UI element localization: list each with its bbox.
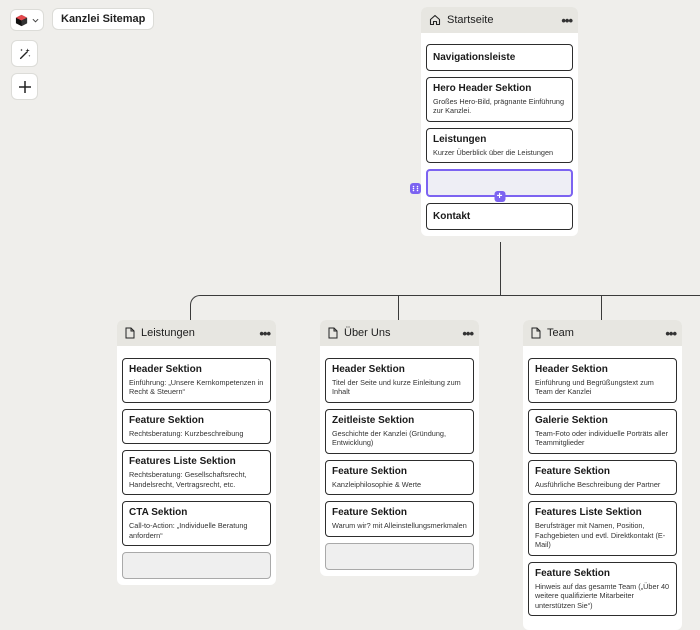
- section-title: Feature Sektion: [332, 465, 408, 477]
- connector-line: [500, 242, 501, 296]
- connector-corner: [190, 295, 201, 306]
- drop-zone-placeholder[interactable]: [325, 542, 474, 570]
- ai-generate-button[interactable]: [11, 40, 38, 67]
- section-card[interactable]: Features Liste Sektion Rechtsberatung: G…: [122, 450, 271, 496]
- more-options-icon[interactable]: •••: [561, 13, 573, 28]
- section-description: Ausführliche Beschreibung der Partner: [535, 479, 661, 489]
- drop-zone-placeholder[interactable]: +: [426, 169, 573, 203]
- page-leistungen[interactable]: Leistungen ••• Header Sektion Einführung…: [117, 320, 276, 586]
- connector-line: [190, 305, 191, 320]
- section-description: Titel der Seite und kurze Einleitung zum…: [332, 378, 461, 397]
- page-title: Leistungen: [141, 327, 195, 339]
- connector-line: [200, 295, 700, 296]
- page-title: Startseite: [447, 14, 494, 26]
- page-team[interactable]: Team ••• Header Sektion Einführung und B…: [523, 320, 682, 630]
- connector-line: [398, 295, 399, 320]
- plus-icon: [18, 80, 32, 94]
- section-title: Header Sektion: [332, 364, 405, 375]
- section-title: Navigationsleiste: [433, 52, 516, 63]
- page-title: Team: [547, 327, 574, 339]
- section-description: Geschichte der Kanzlei (Gründung, Entwic…: [332, 428, 446, 448]
- section-card[interactable]: Feature Sektion Ausführliche Beschreibun…: [528, 459, 677, 496]
- section-description: Berufsträger mit Namen, Position, Fachge…: [535, 521, 666, 550]
- section-title: Galerie Sektion: [535, 414, 608, 426]
- section-title: Feature Sektion: [535, 567, 611, 579]
- connector-line: [601, 295, 602, 320]
- section-card[interactable]: CTA Sektion Call-to-Action: „Individuell…: [122, 501, 271, 547]
- section-card[interactable]: Feature Sektion Warum wir? mit Alleinste…: [325, 501, 474, 537]
- box-logo-icon: [15, 14, 28, 27]
- add-page-button[interactable]: [11, 73, 38, 100]
- section-description: Kanzleiphilosophie & Werte: [332, 479, 422, 489]
- page-ueber-uns[interactable]: Über Uns ••• Header Sektion Titel der Se…: [320, 320, 479, 576]
- drag-handle-icon[interactable]: [410, 183, 421, 194]
- section-card[interactable]: Header Sektion Titel der Seite und kurze…: [325, 358, 474, 403]
- project-menu-button[interactable]: [10, 9, 44, 31]
- magic-wand-icon: [18, 47, 32, 61]
- section-card[interactable]: Galerie Sektion Team-Foto oder individue…: [528, 408, 677, 454]
- section-card[interactable]: Zeitleiste Sektion Geschichte der Kanzle…: [325, 408, 474, 454]
- section-title: Features Liste Sektion: [129, 456, 236, 468]
- section-description: Kurzer Überblick über die Leistungen: [433, 147, 554, 157]
- section-description: Rechtsberatung: Gesellschaftsrecht, Hand…: [129, 470, 247, 489]
- sitemap-title[interactable]: Kanzlei Sitemap: [52, 8, 155, 30]
- page-icon: [125, 327, 135, 339]
- page-title: Über Uns: [344, 327, 391, 339]
- section-card[interactable]: Header Sektion Einführung und Begrüßungs…: [528, 358, 677, 403]
- section-card[interactable]: Features Liste Sektion Berufsträger mit …: [528, 501, 677, 556]
- page-icon: [531, 327, 541, 339]
- page-icon: [328, 327, 338, 339]
- section-card[interactable]: Header Sektion Einführung: „Unsere Kernk…: [122, 358, 271, 403]
- section-card[interactable]: Feature Sektion Rechtsberatung: Kurzbesc…: [122, 408, 271, 445]
- more-options-icon[interactable]: •••: [462, 326, 474, 341]
- section-card[interactable]: Leistungen Kurzer Überblick über die Lei…: [426, 127, 573, 164]
- section-title: Zeitleiste Sektion: [332, 414, 415, 426]
- page-startseite[interactable]: Startseite ••• Navigationsleiste Hero He…: [421, 7, 578, 237]
- section-description: Einführung: „Unsere Kernkompetenzen in R…: [129, 378, 264, 397]
- section-title: Features Liste Sektion: [535, 507, 642, 519]
- drop-zone-placeholder[interactable]: [122, 552, 271, 580]
- section-title: Kontakt: [433, 211, 471, 223]
- section-title: Feature Sektion: [535, 465, 611, 477]
- chevron-down-icon: [32, 17, 39, 24]
- section-description: Team-Foto oder individuelle Porträts all…: [535, 428, 669, 448]
- section-description: Call-to-Action: „Individuelle Beratung a…: [129, 521, 248, 540]
- add-section-button[interactable]: +: [494, 191, 505, 203]
- section-title: Feature Sektion: [332, 507, 408, 519]
- section-description: Großes Hero-Bild, prägnante Einführung z…: [433, 97, 565, 116]
- more-options-icon[interactable]: •••: [259, 326, 271, 341]
- section-title: Hero Header Sektion: [433, 83, 532, 94]
- more-options-icon[interactable]: •••: [665, 326, 677, 341]
- section-title: Feature Sektion: [129, 414, 205, 426]
- section-description: Einführung und Begrüßungstext zum Team d…: [535, 378, 654, 397]
- section-description: Warum wir? mit Alleinstellungsmerkmalen: [332, 521, 467, 531]
- section-title: Leistungen: [433, 133, 487, 145]
- section-card[interactable]: Hero Header Sektion Großes Hero-Bild, pr…: [426, 77, 573, 122]
- section-title: Header Sektion: [535, 364, 608, 375]
- section-card[interactable]: Navigationsleiste: [426, 44, 573, 71]
- section-title: Header Sektion: [129, 364, 202, 375]
- section-description: Hinweis auf das gesamte Team („Über 40 w…: [535, 581, 670, 610]
- section-description: Rechtsberatung: Kurzbeschreibung: [129, 428, 244, 438]
- section-card[interactable]: Kontakt: [426, 203, 573, 231]
- home-icon: [429, 14, 441, 26]
- section-card[interactable]: Feature Sektion Hinweis auf das gesamte …: [528, 561, 677, 617]
- section-title: CTA Sektion: [129, 507, 188, 519]
- section-card[interactable]: Feature Sektion Kanzleiphilosophie & Wer…: [325, 459, 474, 496]
